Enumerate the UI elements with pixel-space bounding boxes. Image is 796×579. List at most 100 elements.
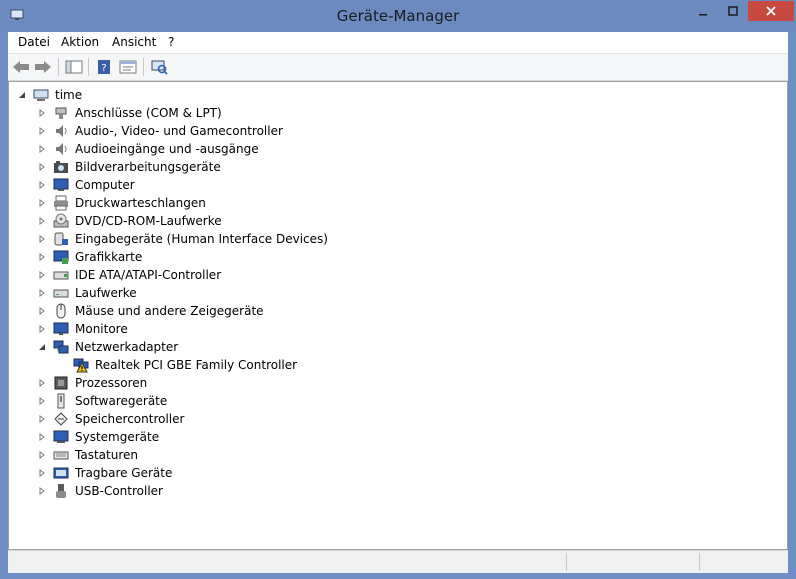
menu-ansicht[interactable]: Ansicht [112, 35, 156, 49]
tree-category-item[interactable]: Softwaregeräte [37, 392, 167, 410]
device-tree[interactable]: time Anschlüsse (COM & LPT) Audio-, Video-… [8, 81, 788, 550]
tree-category-item[interactable]: Tastaturen [37, 446, 138, 464]
collapsed-arrow-icon[interactable] [37, 324, 47, 334]
tree-item-label: Bildverarbeitungsgeräte [75, 160, 221, 174]
tree-item-label: Tastaturen [75, 448, 138, 462]
maximize-button[interactable] [718, 1, 748, 21]
scan-hardware-icon [151, 60, 168, 75]
minimize-button[interactable] [688, 1, 718, 21]
collapsed-arrow-icon[interactable] [37, 126, 47, 136]
tree-category-item[interactable]: Anschlüsse (COM & LPT) [37, 104, 222, 122]
tree-category-item[interactable]: Druckwarteschlangen [37, 194, 206, 212]
help-button[interactable]: ? [94, 58, 114, 76]
tree-category-item[interactable]: Mäuse und andere Zeigegeräte [37, 302, 264, 320]
tree-category-item[interactable]: Eingabegeräte (Human Interface Devices) [37, 230, 328, 248]
keyboard-icon [53, 447, 69, 463]
menu-bar: Datei Aktion Ansicht ? [8, 32, 788, 54]
maximize-icon [728, 6, 738, 16]
back-button[interactable] [11, 58, 31, 76]
expanded-arrow-icon[interactable] [17, 90, 27, 100]
help-book-icon: ? [98, 60, 110, 74]
tree-item-label: Speichercontroller [75, 412, 185, 426]
collapsed-arrow-icon[interactable] [37, 288, 47, 298]
tree-item-label: Softwaregeräte [75, 394, 168, 408]
tree-item-label: Tragbare Geräte [75, 466, 173, 480]
tree-category-item[interactable]: Grafikkarte [37, 248, 142, 266]
network-adapter-icon [53, 339, 69, 355]
printer-icon [53, 195, 69, 211]
menu-aktion[interactable]: Aktion [61, 35, 99, 49]
tree-category-item[interactable]: USB-Controller [37, 482, 163, 500]
tree-category-item[interactable]: Monitore [37, 320, 128, 338]
tree-category-item[interactable]: DVD/CD-ROM-Laufwerke [37, 212, 222, 230]
tree-item-label: Realtek PCI GBE Family Controller [95, 358, 298, 372]
collapsed-arrow-icon[interactable] [37, 432, 47, 442]
forward-button[interactable] [33, 58, 53, 76]
tree-category-item[interactable]: IDE ATA/ATAPI-Controller [37, 266, 221, 284]
system-device-icon [53, 429, 69, 445]
tree-category-item[interactable]: Netzwerkadapter [37, 338, 178, 356]
menu-datei[interactable]: Datei [18, 35, 50, 49]
collapsed-arrow-icon[interactable] [37, 162, 47, 172]
collapsed-arrow-icon[interactable] [37, 198, 47, 208]
tree-device-item[interactable]: Realtek PCI GBE Family Controller [57, 356, 297, 374]
tree-root-item[interactable]: time [17, 86, 82, 104]
menu-help[interactable]: ? [168, 35, 174, 49]
tree-category-item[interactable]: Speichercontroller [37, 410, 184, 428]
no-expander [57, 360, 67, 370]
tree-category-item[interactable]: Laufwerke [37, 284, 137, 302]
camera-icon [53, 159, 69, 175]
tree-category-item[interactable]: Bildverarbeitungsgeräte [37, 158, 221, 176]
tree-category-item[interactable]: Audio-, Video- und Gamecontroller [37, 122, 283, 140]
expanded-arrow-icon[interactable] [37, 342, 47, 352]
hid-icon [53, 231, 69, 247]
client-area: Datei Aktion Ansicht ? ? time Anschlüsse… [8, 32, 789, 573]
warning-network-icon [73, 357, 89, 373]
close-icon [766, 6, 776, 16]
tree-category-item[interactable]: Tragbare Geräte [37, 464, 172, 482]
toolbar: ? [8, 54, 788, 81]
collapsed-arrow-icon[interactable] [37, 180, 47, 190]
collapsed-arrow-icon[interactable] [37, 108, 47, 118]
collapsed-arrow-icon[interactable] [37, 486, 47, 496]
tree-item-label: Anschlüsse (COM & LPT) [75, 106, 222, 120]
tree-category-item[interactable]: Prozessoren [37, 374, 147, 392]
scan-hardware-button[interactable] [149, 58, 169, 76]
collapsed-arrow-icon[interactable] [37, 396, 47, 406]
usb-icon [53, 483, 69, 499]
tree-item-label: Computer [75, 178, 135, 192]
collapsed-arrow-icon[interactable] [37, 234, 47, 244]
tree-item-label: Monitore [75, 322, 128, 336]
tree-item-label: time [55, 88, 83, 102]
collapsed-arrow-icon[interactable] [37, 468, 47, 478]
display-adapter-icon [53, 249, 69, 265]
collapsed-arrow-icon[interactable] [37, 216, 47, 226]
toolbar-separator [58, 58, 59, 76]
collapsed-arrow-icon[interactable] [37, 144, 47, 154]
tree-item-label: Audioeingänge und -ausgänge [75, 142, 259, 156]
tree-category-item[interactable]: Systemgeräte [37, 428, 159, 446]
title-bar[interactable]: Geräte-Manager [0, 0, 796, 32]
status-segment [8, 553, 566, 571]
computer-icon [53, 177, 69, 193]
status-segment [566, 553, 700, 571]
collapsed-arrow-icon[interactable] [37, 306, 47, 316]
properties-button[interactable] [118, 58, 138, 76]
show-hide-console-tree-button[interactable] [64, 58, 84, 76]
collapsed-arrow-icon[interactable] [37, 378, 47, 388]
collapsed-arrow-icon[interactable] [37, 450, 47, 460]
tree-item-label: Prozessoren [75, 376, 148, 390]
storage-controller-icon [53, 411, 69, 427]
close-button[interactable] [748, 1, 794, 21]
speaker-icon [53, 141, 69, 157]
status-segment [699, 553, 789, 571]
monitor-icon [53, 321, 69, 337]
collapsed-arrow-icon[interactable] [37, 252, 47, 262]
tree-item-label: Mäuse und andere Zeigegeräte [75, 304, 264, 318]
portable-device-icon [53, 465, 69, 481]
tree-category-item[interactable]: Audioeingänge und -ausgänge [37, 140, 259, 158]
tree-item-label: Druckwarteschlangen [75, 196, 206, 210]
collapsed-arrow-icon[interactable] [37, 414, 47, 424]
tree-category-item[interactable]: Computer [37, 176, 135, 194]
collapsed-arrow-icon[interactable] [37, 270, 47, 280]
